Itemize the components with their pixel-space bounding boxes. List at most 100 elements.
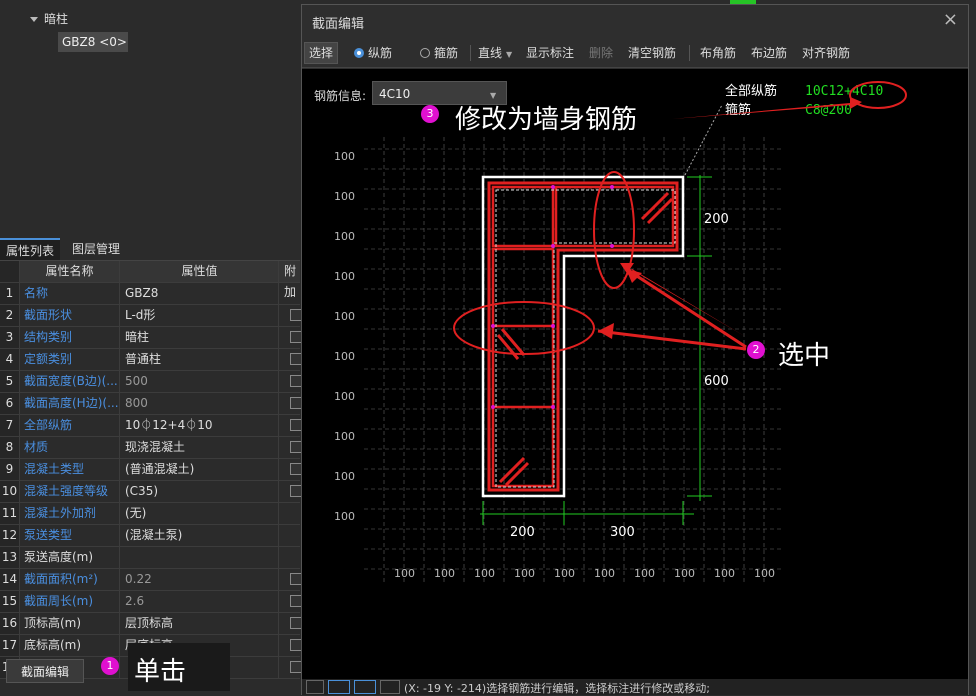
- property-value[interactable]: 10⏀12+4⏀10: [121, 415, 279, 436]
- property-value[interactable]: (普通混凝土): [121, 459, 279, 480]
- property-name: 顶标高(m): [20, 613, 120, 634]
- delete-button[interactable]: 删除: [589, 43, 613, 63]
- grid-label-bottom: 100: [514, 567, 535, 580]
- right-edge: [969, 0, 976, 695]
- expand-arrow-icon[interactable]: [30, 17, 38, 22]
- property-value[interactable]: (混凝土泵): [121, 525, 279, 546]
- dim-bottom-left: 200: [510, 525, 535, 540]
- radio-gujin-label: 箍筋: [434, 46, 459, 60]
- grid-label-left: 100: [334, 230, 355, 243]
- grid-label-bottom: 100: [674, 567, 695, 580]
- clear-rebar-button[interactable]: 清空钢筋: [628, 43, 676, 63]
- table-row[interactable]: 1 名称 GBZ8: [0, 283, 300, 305]
- grid-label-bottom: 100: [394, 567, 415, 580]
- arrow-head-left: [598, 323, 614, 339]
- table-row[interactable]: 2 截面形状 L-d形: [0, 305, 302, 327]
- property-value[interactable]: (无): [121, 503, 279, 524]
- header-value: 属性值: [121, 261, 279, 282]
- legend-all-value: 10C12+4C10: [805, 84, 883, 99]
- row-number: 17: [0, 635, 20, 656]
- radio-gujin[interactable]: 箍筋: [420, 43, 458, 63]
- grid-label-left: 100: [334, 470, 355, 483]
- grid-label-left: 100: [334, 350, 355, 363]
- row-number: 1: [0, 283, 20, 304]
- side-rebar-button[interactable]: 布边筋: [751, 43, 787, 63]
- property-value[interactable]: 800: [121, 393, 279, 414]
- grid-label-left: 100: [334, 430, 355, 443]
- grid-label-bottom: 100: [594, 567, 615, 580]
- property-value[interactable]: 0.22: [121, 569, 279, 590]
- line-dropdown-label: 直线: [478, 46, 503, 60]
- toolbar-separator: [470, 45, 471, 61]
- legend-all-label: 全部纵筋: [725, 83, 777, 99]
- tree-node-anzhu[interactable]: 暗柱: [30, 10, 68, 27]
- row-number: 5: [0, 371, 20, 392]
- table-row[interactable]: 10 混凝土强度等级 (C35): [0, 481, 302, 503]
- table-row[interactable]: 14 截面面积(m²) 0.22: [0, 569, 302, 591]
- grid-label-bottom: 100: [434, 567, 455, 580]
- row-number: 12: [0, 525, 20, 546]
- grid-label-bottom: 100: [634, 567, 655, 580]
- show-label-button[interactable]: 显示标注: [526, 43, 574, 63]
- left-panel: 暗柱 GBZ8 <0> 属性列表 图层管理 属性名称 属性值 附加 1 名称 GBZ…: [0, 0, 302, 695]
- row-number: 13: [0, 547, 20, 568]
- corner-rebar-button[interactable]: 布角筋: [700, 43, 736, 63]
- property-value[interactable]: 普通柱: [121, 349, 279, 370]
- section-edit-button[interactable]: 截面编辑: [6, 659, 84, 683]
- property-value[interactable]: GBZ8: [121, 283, 279, 304]
- table-row[interactable]: 15 截面周长(m) 2.6: [0, 591, 302, 613]
- tree-leaf-gbz8[interactable]: GBZ8 <0>: [58, 32, 128, 52]
- table-row[interactable]: 11 混凝土外加剂 (无): [0, 503, 300, 525]
- grid-label-left: 100: [334, 310, 355, 323]
- table-row[interactable]: 16 顶标高(m) 层顶标高: [0, 613, 302, 635]
- grid-label-bottom: 100: [754, 567, 775, 580]
- drawing-canvas[interactable]: 钢筋信息: 4C10 ▼ 100 100 100 100 100 100 100 100 100…: [302, 69, 968, 679]
- property-value[interactable]: 500: [121, 371, 279, 392]
- tab-property-list[interactable]: 属性列表: [0, 238, 61, 260]
- align-rebar-button[interactable]: 对齐钢筋: [802, 43, 850, 63]
- chevron-down-icon: ▼: [506, 50, 513, 59]
- arrow-head-top: [626, 269, 642, 283]
- property-tabs: 属性列表 图层管理: [0, 238, 300, 261]
- table-row[interactable]: 3 结构类别 暗柱: [0, 327, 302, 349]
- annotation-2-text: 选中: [778, 341, 831, 371]
- plus-icon[interactable]: [380, 680, 400, 694]
- snap-icon[interactable]: [306, 680, 324, 694]
- vertical-icon[interactable]: [354, 680, 376, 694]
- component-tree: 暗柱 GBZ8 <0>: [0, 0, 300, 225]
- dim-right: 600: [704, 374, 729, 389]
- table-row[interactable]: 7 全部纵筋 10⏀12+4⏀10: [0, 415, 302, 437]
- row-number: 16: [0, 613, 20, 634]
- table-row[interactable]: 8 材质 现浇混凝土: [0, 437, 302, 459]
- select-button[interactable]: 选择: [304, 42, 339, 64]
- table-row[interactable]: 6 截面高度(H边)(... 800: [0, 393, 302, 415]
- grid-label-bottom: 100: [714, 567, 735, 580]
- close-icon[interactable]: ×: [943, 9, 958, 30]
- line-dropdown[interactable]: 直线 ▼: [478, 43, 512, 63]
- property-value[interactable]: 层顶标高: [121, 613, 279, 634]
- property-name: 底标高(m): [20, 635, 120, 656]
- property-name: 混凝土强度等级: [20, 481, 120, 502]
- property-name: 泵送高度(m): [20, 547, 120, 568]
- radio-off-icon: [420, 48, 430, 58]
- property-value[interactable]: [121, 547, 279, 568]
- annotation-3-badge: 3: [421, 105, 439, 123]
- table-row[interactable]: 13 泵送高度(m): [0, 547, 300, 569]
- annotation-1-text: 单击: [134, 657, 187, 687]
- tab-layer-manager[interactable]: 图层管理: [66, 238, 126, 260]
- property-value[interactable]: 2.6: [121, 591, 279, 612]
- table-row[interactable]: 12 泵送类型 (混凝土泵): [0, 525, 300, 547]
- property-value[interactable]: (C35): [121, 481, 279, 502]
- property-name: 截面周长(m): [20, 591, 120, 612]
- table-row[interactable]: 4 定额类别 普通柱: [0, 349, 302, 371]
- toolbar-separator: [689, 45, 690, 61]
- radio-zongjin[interactable]: 纵筋: [354, 43, 392, 63]
- property-value[interactable]: 暗柱: [121, 327, 279, 348]
- property-value[interactable]: 现浇混凝土: [121, 437, 279, 458]
- property-value[interactable]: L-d形: [121, 305, 279, 326]
- grid-label-left: 100: [334, 190, 355, 203]
- table-row[interactable]: 5 截面宽度(B边)(... 500: [0, 371, 302, 393]
- table-row[interactable]: 9 混凝土类型 (普通混凝土): [0, 459, 302, 481]
- property-name: 截面高度(H边)(...: [20, 393, 120, 414]
- ortho-icon[interactable]: [328, 680, 350, 694]
